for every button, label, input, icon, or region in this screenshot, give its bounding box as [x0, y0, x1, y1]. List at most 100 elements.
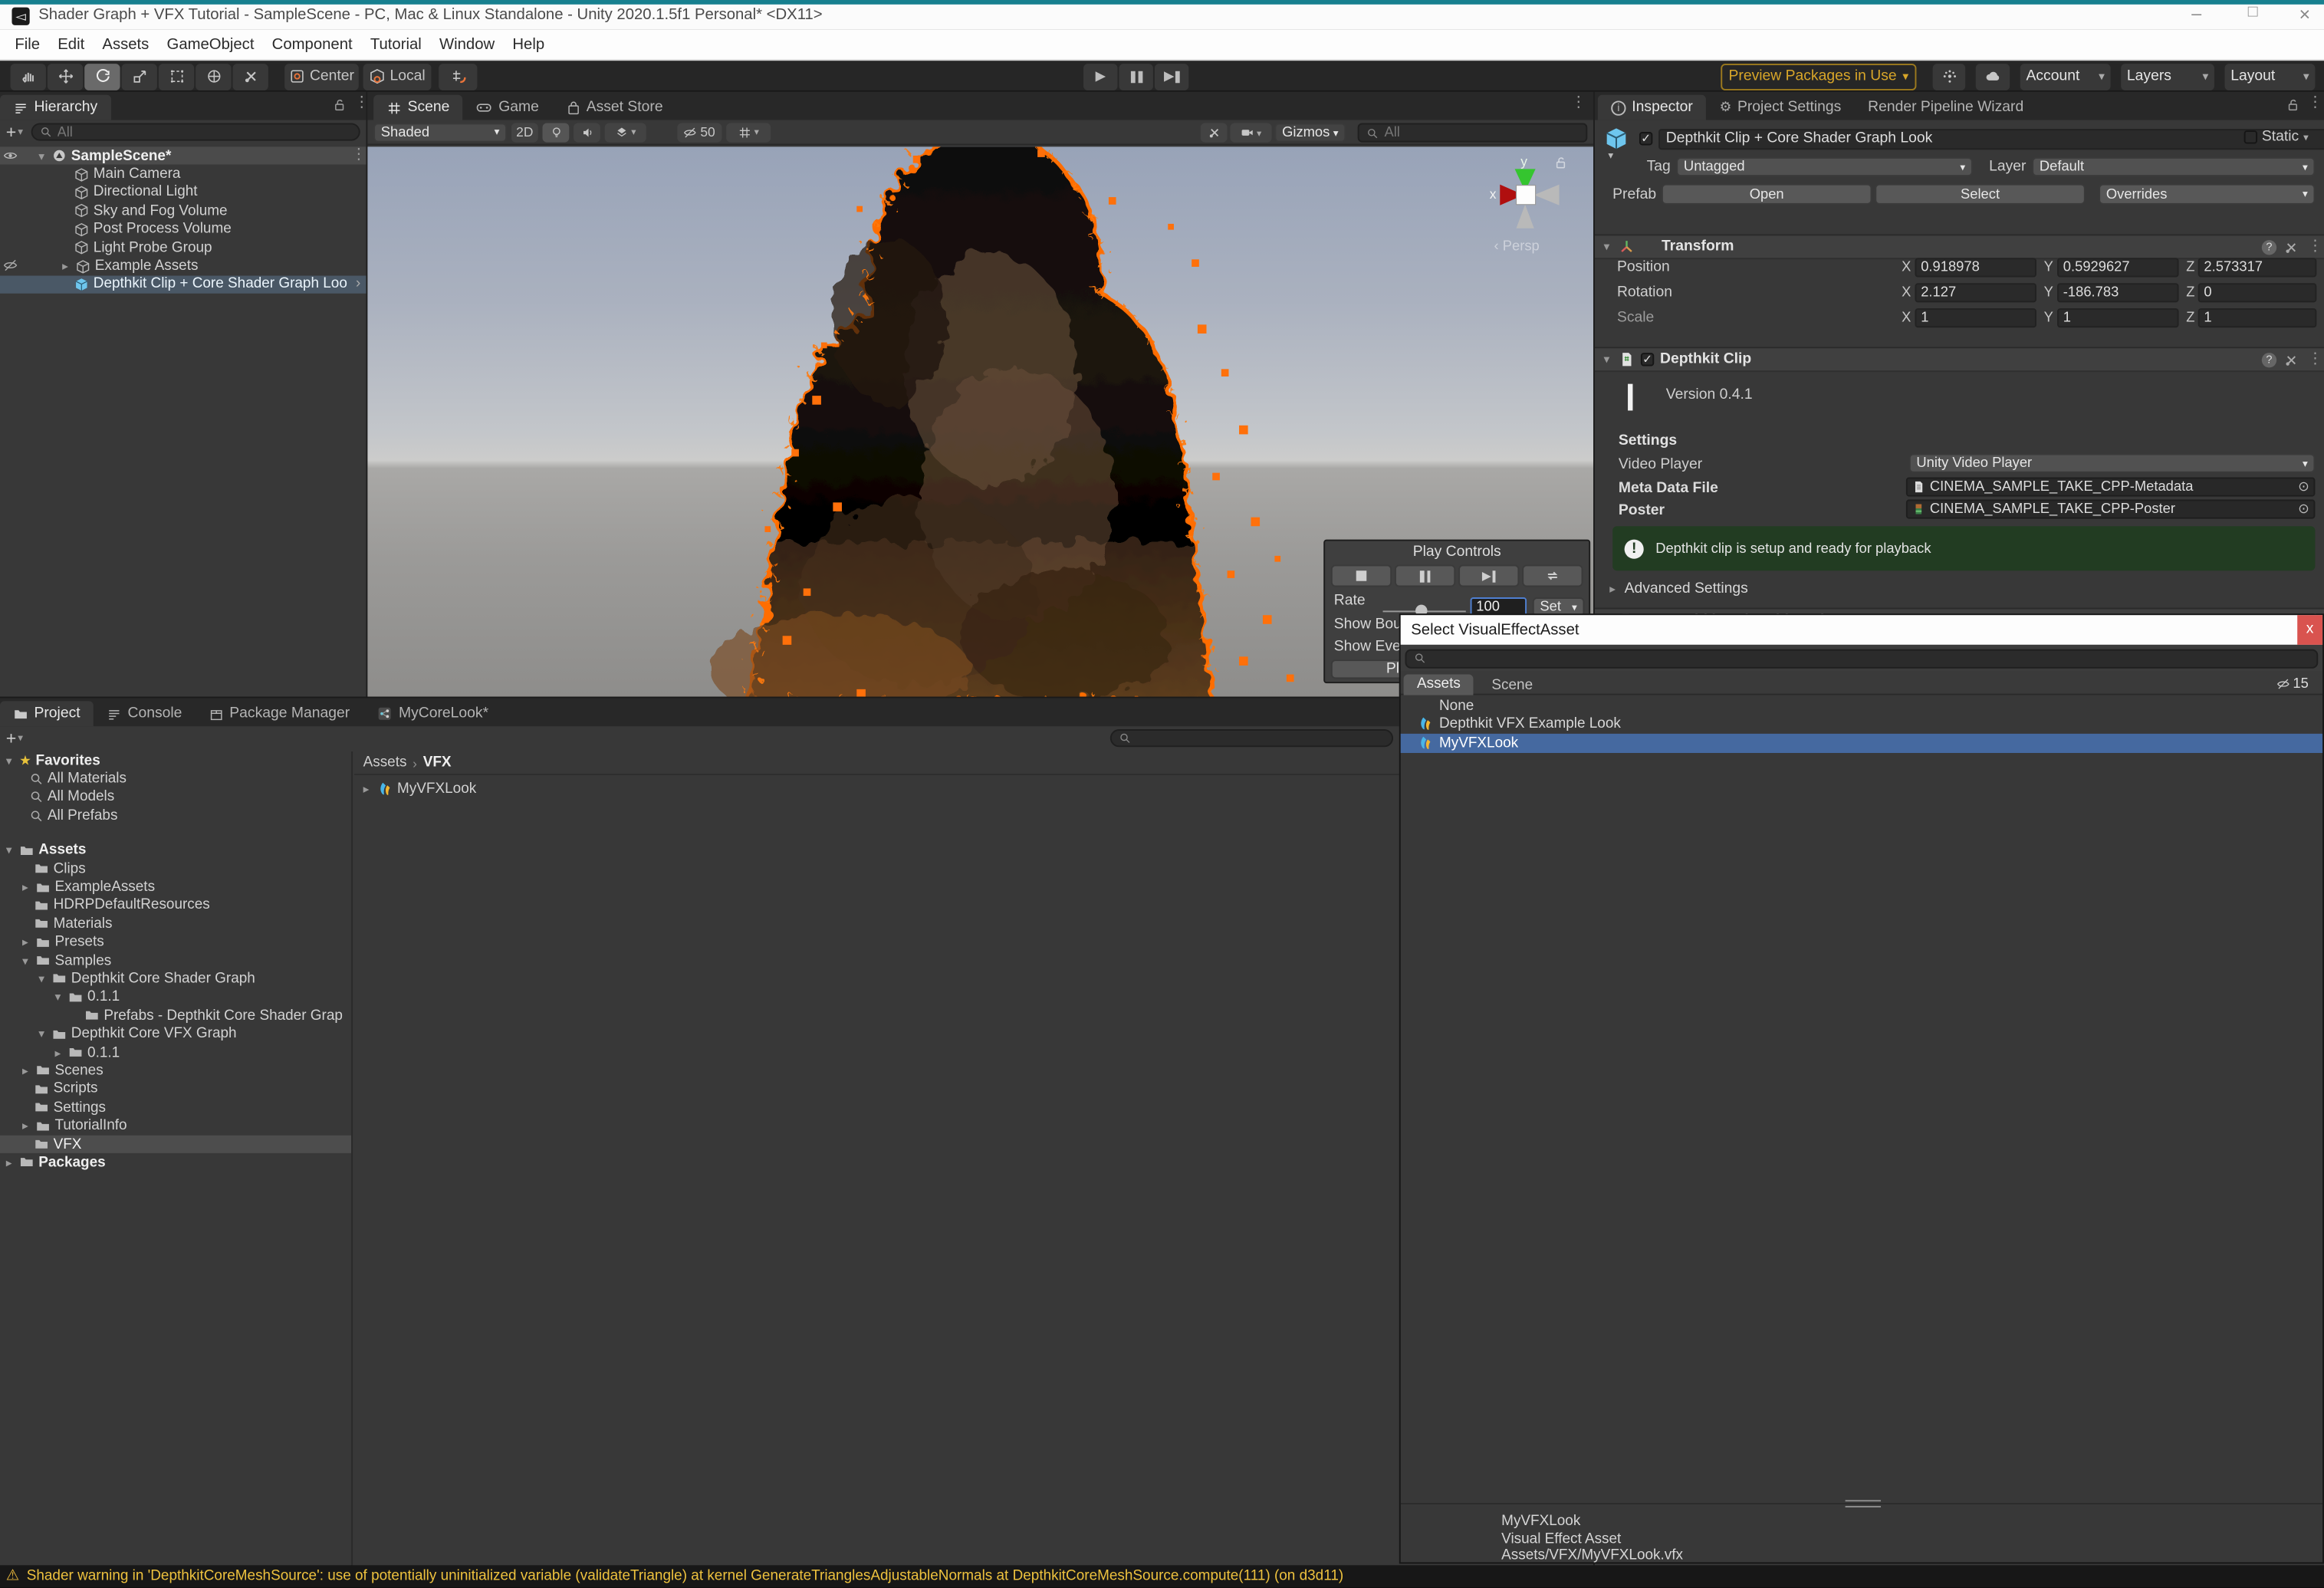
tab-console[interactable]: Console [94, 701, 196, 726]
expander-icon[interactable]: ▸ [19, 935, 31, 949]
tree-row[interactable]: Scripts [0, 1080, 351, 1098]
move-tool-button[interactable] [48, 63, 83, 90]
step-button[interactable]: ▶ [1155, 63, 1188, 90]
expander-icon[interactable]: ▾ [3, 754, 15, 767]
tree-row-assets[interactable]: ▾Assets [0, 841, 351, 860]
scale-z-input[interactable] [2198, 307, 2317, 327]
rect-tool-button[interactable] [159, 63, 194, 90]
status-bar[interactable]: ⚠ Shader warning in 'DepthkitCoreMeshSou… [0, 1565, 2324, 1587]
hierarchy-row-selected[interactable]: Depthkit Clip + Core Shader Graph Loo › [0, 275, 366, 294]
kebab-icon[interactable]: ⋮ [2308, 238, 2322, 255]
expander-icon[interactable]: ▸ [52, 1046, 64, 1059]
expander-icon[interactable]: ▸ [360, 782, 372, 795]
create-menu-button[interactable]: + ▾ [6, 728, 23, 748]
advanced-settings-foldout[interactable]: ▸ Advanced Settings [1606, 581, 1747, 597]
title-bar[interactable]: ◅ Shader Graph + VFX Tutorial - SampleSc… [0, 0, 2324, 30]
popup-tab-scene[interactable]: Scene [1478, 669, 1546, 696]
gizmos-dropdown[interactable]: Gizmos ▾ [1274, 123, 1346, 142]
tab-project-settings[interactable]: ⚙ Project Settings [1706, 95, 1855, 120]
prefab-overrides-dropdown[interactable]: Overrides ▾ [2099, 184, 2315, 205]
tree-row[interactable]: ▾Samples [0, 952, 351, 970]
pause-button[interactable] [1395, 564, 1455, 587]
tab-game[interactable]: Game [463, 95, 552, 120]
favorite-item[interactable]: All Materials [0, 770, 351, 788]
tree-row[interactable]: Clips [0, 860, 351, 878]
help-icon[interactable]: ? [2262, 239, 2276, 254]
scene-search-input[interactable] [1384, 124, 1578, 140]
popup-tab-assets[interactable]: Assets [1404, 674, 1474, 695]
position-x-input[interactable] [1915, 257, 2036, 276]
tree-row[interactable]: Prefabs - Depthkit Core Shader Grap [0, 1007, 351, 1025]
project-search-input[interactable] [1137, 730, 1385, 746]
favorites-row[interactable]: ▾★Favorites [0, 751, 351, 770]
prefab-expand-icon[interactable]: ▾ [1608, 150, 1613, 161]
transform-header[interactable]: ▾ Transform ? ⋮ [1595, 234, 2324, 259]
eye-icon[interactable] [3, 148, 18, 163]
prefab-select-button[interactable]: Select [1875, 184, 2085, 205]
debugger-button[interactable] [1933, 63, 1966, 90]
hierarchy-row[interactable]: Directional Light [0, 183, 366, 202]
hierarchy-row[interactable]: Light Probe Group [0, 238, 366, 257]
component-enabled-checkbox[interactable]: ✓ [1641, 353, 1654, 366]
rotate-tool-button[interactable] [84, 63, 120, 90]
static-toggle-control[interactable]: Static ▾ [2244, 129, 2309, 145]
layer-dropdown[interactable]: Default ▾ [2032, 157, 2315, 176]
scale-x-input[interactable] [1915, 307, 2036, 327]
hierarchy-row-scene[interactable]: ▾ SampleScene* ⋮ [0, 146, 366, 165]
stop-button[interactable] [1331, 564, 1392, 587]
favorite-item[interactable]: All Models [0, 788, 351, 807]
loop-button[interactable] [1522, 564, 1583, 587]
expander-icon[interactable]: ▾ [52, 991, 64, 1004]
kebab-icon[interactable]: ⋮ [2308, 95, 2322, 111]
popup-search-input[interactable] [1432, 650, 2309, 666]
menu-gameobject[interactable]: GameObject [158, 35, 263, 53]
popup-search-field[interactable] [1405, 649, 2319, 668]
asset-item-myvfxlook[interactable]: ▸ MyVFXLook [354, 780, 1399, 798]
expander-icon[interactable]: ▸ [3, 1156, 15, 1169]
scene-visibility-button[interactable]: 50 [677, 122, 722, 141]
expander-icon[interactable]: ▸ [19, 880, 31, 893]
expander-icon[interactable]: ▸ [59, 259, 71, 272]
static-checkbox[interactable] [2244, 130, 2257, 143]
tree-row[interactable]: ▸Scenes [0, 1062, 351, 1080]
breadcrumb-assets[interactable]: Assets [363, 755, 407, 771]
kebab-icon[interactable]: ⋮ [1571, 95, 1586, 111]
account-dropdown[interactable]: Account ▾ [2020, 63, 2111, 90]
minimize-button[interactable]: – [2176, 3, 2217, 27]
popup-item[interactable]: Depthkit VFX Example Look [1401, 715, 2322, 734]
layers-dropdown[interactable]: Layers ▾ [2121, 63, 2214, 90]
lock-icon[interactable] [2286, 98, 2300, 113]
hand-tool-button[interactable] [11, 63, 46, 90]
lighting-toggle-button[interactable] [542, 122, 569, 141]
preview-packages-button[interactable]: Preview Packages in Use ▾ [1721, 63, 1916, 90]
presets-icon[interactable] [2284, 352, 2299, 367]
expander-icon[interactable]: ▾ [3, 843, 15, 856]
expander-icon[interactable]: ▾ [1601, 240, 1612, 253]
scale-tool-button[interactable] [122, 63, 157, 90]
popup-hidden-count[interactable]: 15 [2276, 676, 2309, 692]
meta-data-object-field[interactable]: CINEMA_SAMPLE_TAKE_CPP-Metadata ⊙ [1906, 477, 2316, 496]
menu-help[interactable]: Help [504, 35, 554, 53]
pause-button[interactable] [1119, 63, 1152, 90]
tree-row[interactable]: Materials [0, 915, 351, 933]
menu-tutorial[interactable]: Tutorial [361, 35, 430, 53]
tab-render-pipeline-wizard[interactable]: Render Pipeline Wizard [1855, 95, 2037, 120]
transform-tool-button[interactable] [196, 63, 231, 90]
popup-close-button[interactable]: x [2297, 615, 2322, 645]
maximize-button[interactable]: □ [2232, 3, 2273, 27]
scene-search-field[interactable] [1358, 123, 1588, 142]
tree-row[interactable]: HDRPDefaultResources [0, 896, 351, 915]
custom-tool-button[interactable] [232, 63, 268, 90]
eye-slash-icon[interactable] [3, 258, 18, 273]
expander-icon[interactable]: ▸ [19, 1119, 31, 1133]
tree-row[interactable]: ▸TutorialInfo [0, 1116, 351, 1135]
object-picker-icon[interactable]: ⊙ [2298, 501, 2309, 517]
shading-mode-dropdown[interactable]: Shaded ▾ [373, 122, 507, 141]
video-player-dropdown[interactable]: Unity Video Player ▾ [1909, 454, 2316, 473]
scene-grid-dropdown[interactable]: ▾ [726, 122, 771, 141]
tab-hierarchy[interactable]: Hierarchy [0, 95, 111, 120]
perspective-label[interactable]: ‹ Persp [1494, 238, 1540, 255]
grid-snap-button[interactable] [439, 63, 477, 90]
expander-icon[interactable]: ▾ [35, 150, 47, 163]
menu-edit[interactable]: Edit [49, 35, 94, 53]
